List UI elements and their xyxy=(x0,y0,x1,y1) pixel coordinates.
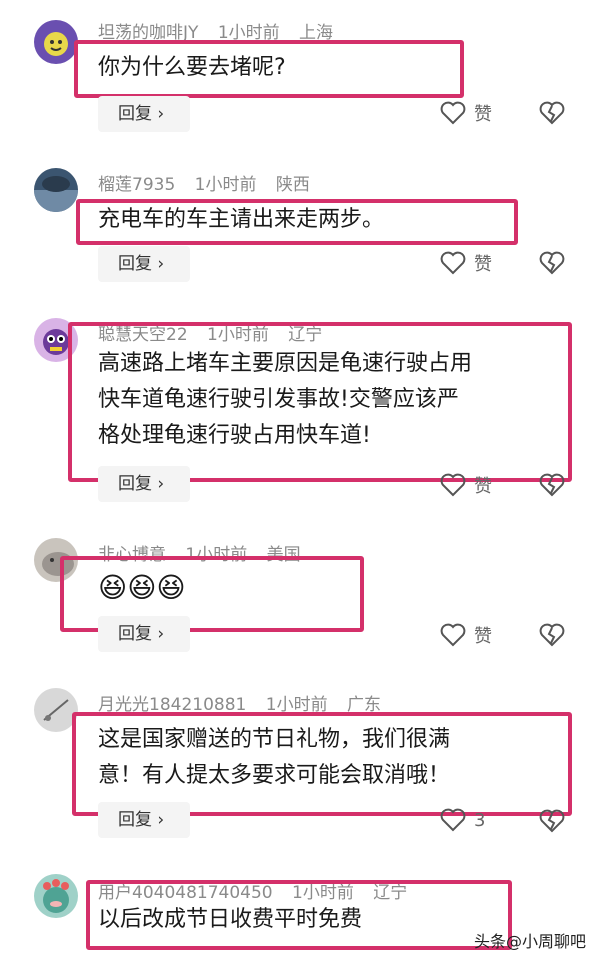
broken-heart-icon xyxy=(539,101,565,125)
reply-label: 回复 xyxy=(118,474,152,494)
broken-heart-icon xyxy=(539,251,565,275)
reply-button[interactable]: 回复 › xyxy=(98,616,190,652)
like-button[interactable]: 赞 xyxy=(440,250,492,276)
like-label: 赞 xyxy=(474,476,492,497)
comment-line: 这是国家赠送的节日礼物，我们很满 xyxy=(98,727,451,752)
comment-meta: 榴莲7935 1小时前 陕西 xyxy=(98,170,324,195)
comment-text: 以后改成节日收费平时免费 xyxy=(98,902,362,938)
reply-label: 回复 xyxy=(118,104,152,124)
broken-heart-icon xyxy=(539,473,565,497)
comment-line: 高速路上堵车主要原因是龟速行驶占用 xyxy=(98,351,473,376)
reply-button[interactable]: 回复 › xyxy=(98,466,190,502)
reply-button[interactable]: 回复 › xyxy=(98,96,190,132)
reply-label: 回复 xyxy=(118,624,152,644)
heart-icon xyxy=(440,101,466,125)
reply-button[interactable]: 回复 › xyxy=(98,246,190,282)
avatar[interactable] xyxy=(34,874,78,918)
like-button[interactable]: 赞 xyxy=(440,622,492,648)
reply-button[interactable]: 回复 › xyxy=(98,802,190,838)
comment-line: 充电车的车主请出来走两步。 xyxy=(98,207,385,232)
avatar[interactable] xyxy=(34,168,78,212)
comment-text: 你为什么要去堵呢? xyxy=(98,50,286,86)
reply-label: 回复 xyxy=(118,254,152,274)
avatar[interactable] xyxy=(34,20,78,64)
comment-text: 😆😆😆 xyxy=(98,568,186,608)
like-count: 3 xyxy=(474,809,486,831)
comment-text: 这是国家赠送的节日礼物，我们很满 意！有人提太多要求可能会取消哦！ xyxy=(98,722,450,794)
emoji-line: 😆😆😆 xyxy=(98,571,186,604)
like-label: 赞 xyxy=(474,626,492,647)
like-label: 赞 xyxy=(474,104,492,125)
timestamp: 1小时前 xyxy=(194,175,257,195)
like-button[interactable]: 赞 xyxy=(440,100,492,126)
comment-line: 意！有人提太多要求可能会取消哦！ xyxy=(98,763,451,788)
broken-heart-icon xyxy=(539,809,565,833)
comment-line: 以后改成节日收费平时免费 xyxy=(98,907,363,932)
heart-icon xyxy=(440,808,466,832)
location: 陕西 xyxy=(275,175,310,195)
comment-text: 充电车的车主请出来走两步。 xyxy=(98,202,384,238)
comment-line: 格处理龟速行驶占用快车道! xyxy=(98,423,371,448)
reply-label: 回复 xyxy=(118,810,152,830)
heart-icon xyxy=(440,473,466,497)
dislike-button[interactable] xyxy=(539,473,565,501)
username[interactable]: 榴莲7935 xyxy=(98,175,175,195)
comment-line: 快车道龟速行驶引发事故!交警应该严 xyxy=(98,387,459,412)
comment-line: 你为什么要去堵呢? xyxy=(98,55,286,80)
heart-icon xyxy=(440,251,466,275)
comment-text: 高速路上堵车主要原因是龟速行驶占用 快车道龟速行驶引发事故!交警应该严 格处理龟… xyxy=(98,346,472,454)
watermark: 头条@小周聊吧 xyxy=(473,932,586,951)
dislike-button[interactable] xyxy=(539,101,565,129)
dislike-button[interactable] xyxy=(539,809,565,837)
dislike-button[interactable] xyxy=(539,623,565,651)
broken-heart-icon xyxy=(539,623,565,647)
like-button[interactable]: 赞 xyxy=(440,472,492,498)
like-button[interactable]: 3 xyxy=(440,808,485,832)
heart-icon xyxy=(440,623,466,647)
like-label: 赞 xyxy=(474,254,492,275)
dislike-button[interactable] xyxy=(539,251,565,279)
